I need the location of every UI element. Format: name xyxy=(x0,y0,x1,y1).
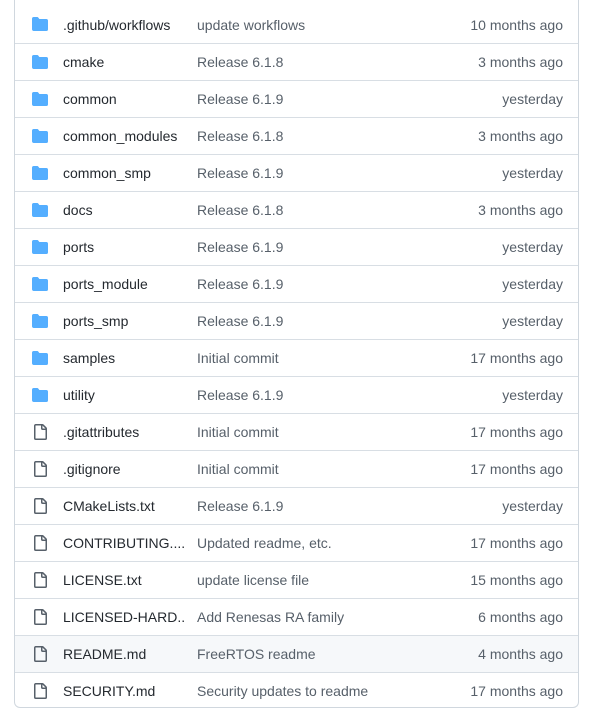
commit-message-link[interactable]: Add Renesas RA family xyxy=(197,609,427,625)
folder-icon xyxy=(31,349,49,367)
commit-age: yesterday xyxy=(502,239,563,255)
folder-name-link[interactable]: ports_module xyxy=(63,276,185,292)
commit-message-link[interactable]: Updated readme, etc. xyxy=(197,535,427,551)
folder-name-link[interactable]: common_smp xyxy=(63,165,185,181)
commit-age: 17 months ago xyxy=(470,424,563,440)
file-name-link[interactable]: .gitattributes xyxy=(63,424,185,440)
folder-name-link[interactable]: docs xyxy=(63,202,185,218)
commit-age: 3 months ago xyxy=(478,128,563,144)
folder-icon xyxy=(31,164,49,182)
folder-name-link[interactable]: ports xyxy=(63,239,185,255)
folder-row[interactable]: utility Release 6.1.9 yesterday xyxy=(15,376,578,413)
folder-icon xyxy=(31,386,49,404)
folder-icon xyxy=(31,53,49,71)
commit-message-link[interactable]: Release 6.1.9 xyxy=(197,239,427,255)
commit-message-link[interactable]: Release 6.1.9 xyxy=(197,276,427,292)
folder-row[interactable]: ports_module Release 6.1.9 yesterday xyxy=(15,265,578,302)
commit-message-link[interactable]: Release 6.1.9 xyxy=(197,498,427,514)
commit-message-link[interactable]: update license file xyxy=(197,572,427,588)
commit-message-link[interactable]: Release 6.1.9 xyxy=(197,165,427,181)
folder-icon xyxy=(31,275,49,293)
folder-icon xyxy=(31,312,49,330)
folder-row[interactable]: common_smp Release 6.1.9 yesterday xyxy=(15,154,578,191)
folder-row[interactable]: docs Release 6.1.8 3 months ago xyxy=(15,191,578,228)
commit-age: 15 months ago xyxy=(470,572,563,588)
file-icon xyxy=(31,460,49,478)
commit-age: yesterday xyxy=(502,313,563,329)
commit-age: yesterday xyxy=(502,165,563,181)
folder-name-link[interactable]: ports_smp xyxy=(63,313,185,329)
file-name-link[interactable]: CONTRIBUTING.... xyxy=(63,535,185,551)
file-name-link[interactable]: CMakeLists.txt xyxy=(63,498,185,514)
file-name-link[interactable]: README.md xyxy=(63,646,185,662)
file-row[interactable]: LICENSED-HARD... Add Renesas RA family 6 m… xyxy=(15,598,578,635)
file-name-link[interactable]: SECURITY.md xyxy=(63,683,185,699)
commit-age: 17 months ago xyxy=(470,461,563,477)
folder-row[interactable]: common_modules Release 6.1.8 3 months ago xyxy=(15,117,578,154)
folder-icon xyxy=(31,127,49,145)
commit-message-link[interactable]: Security updates to readme xyxy=(197,683,427,699)
commit-message-link[interactable]: FreeRTOS readme xyxy=(197,646,427,662)
file-row[interactable]: CMakeLists.txt Release 6.1.9 yesterday xyxy=(15,487,578,524)
file-row[interactable]: README.md FreeRTOS readme 4 months ago xyxy=(15,635,578,672)
folder-row[interactable]: ports Release 6.1.9 yesterday xyxy=(15,228,578,265)
file-name-link[interactable]: LICENSE.txt xyxy=(63,572,185,588)
folder-row[interactable]: cmake Release 6.1.8 3 months ago xyxy=(15,43,578,80)
folder-icon xyxy=(31,90,49,108)
file-icon xyxy=(31,497,49,515)
file-row[interactable]: CONTRIBUTING.... Updated readme, etc. 17 m… xyxy=(15,524,578,561)
folder-name-link[interactable]: common_modules xyxy=(63,128,185,144)
folder-icon xyxy=(31,238,49,256)
commit-message-link[interactable]: Initial commit xyxy=(197,350,427,366)
file-name-link[interactable]: .gitignore xyxy=(63,461,185,477)
commit-age: 4 months ago xyxy=(478,646,563,662)
commit-message-link[interactable]: Release 6.1.9 xyxy=(197,91,427,107)
commit-age: 17 months ago xyxy=(470,350,563,366)
folder-name-link[interactable]: .github/workflows xyxy=(63,17,185,33)
folder-icon xyxy=(31,15,49,33)
file-icon xyxy=(31,571,49,589)
file-name-link[interactable]: LICENSED-HARD... xyxy=(63,609,185,625)
commit-message-link[interactable]: Release 6.1.8 xyxy=(197,202,427,218)
file-icon xyxy=(31,423,49,441)
file-list: .github/workflows update workflows 10 mont… xyxy=(14,0,579,708)
file-icon xyxy=(31,645,49,663)
commit-message-link[interactable]: Release 6.1.9 xyxy=(197,313,427,329)
file-icon xyxy=(31,534,49,552)
folder-row[interactable]: ports_smp Release 6.1.9 yesterday xyxy=(15,302,578,339)
commit-age: 3 months ago xyxy=(478,54,563,70)
folder-name-link[interactable]: utility xyxy=(63,387,185,403)
commit-message-link[interactable]: Release 6.1.9 xyxy=(197,387,427,403)
commit-message-link[interactable]: Initial commit xyxy=(197,461,427,477)
commit-age: yesterday xyxy=(502,91,563,107)
commit-message-link[interactable]: update workflows xyxy=(197,17,427,33)
folder-row[interactable]: samples Initial commit 17 months ago xyxy=(15,339,578,376)
file-icon xyxy=(31,682,49,700)
folder-name-link[interactable]: common xyxy=(63,91,185,107)
commit-message-link[interactable]: Release 6.1.8 xyxy=(197,128,427,144)
commit-age: 6 months ago xyxy=(478,609,563,625)
file-row[interactable]: SECURITY.md Security updates to readme 17 … xyxy=(15,672,578,707)
commit-message-link[interactable]: Release 6.1.8 xyxy=(197,54,427,70)
commit-age: yesterday xyxy=(502,387,563,403)
commit-age: yesterday xyxy=(502,498,563,514)
folder-row[interactable]: .github/workflows update workflows 10 mont… xyxy=(15,0,578,43)
commit-age: 17 months ago xyxy=(470,535,563,551)
commit-age: 10 months ago xyxy=(470,16,563,33)
file-row[interactable]: .gitignore Initial commit 17 months ago xyxy=(15,450,578,487)
commit-age: 17 months ago xyxy=(470,683,563,699)
folder-icon xyxy=(31,201,49,219)
file-row[interactable]: LICENSE.txt update license file 15 months … xyxy=(15,561,578,598)
file-icon xyxy=(31,608,49,626)
folder-name-link[interactable]: samples xyxy=(63,350,185,366)
commit-message-link[interactable]: Initial commit xyxy=(197,424,427,440)
folder-row[interactable]: common Release 6.1.9 yesterday xyxy=(15,80,578,117)
commit-age: yesterday xyxy=(502,276,563,292)
commit-age: 3 months ago xyxy=(478,202,563,218)
folder-name-link[interactable]: cmake xyxy=(63,54,185,70)
file-row[interactable]: .gitattributes Initial commit 17 months ag… xyxy=(15,413,578,450)
